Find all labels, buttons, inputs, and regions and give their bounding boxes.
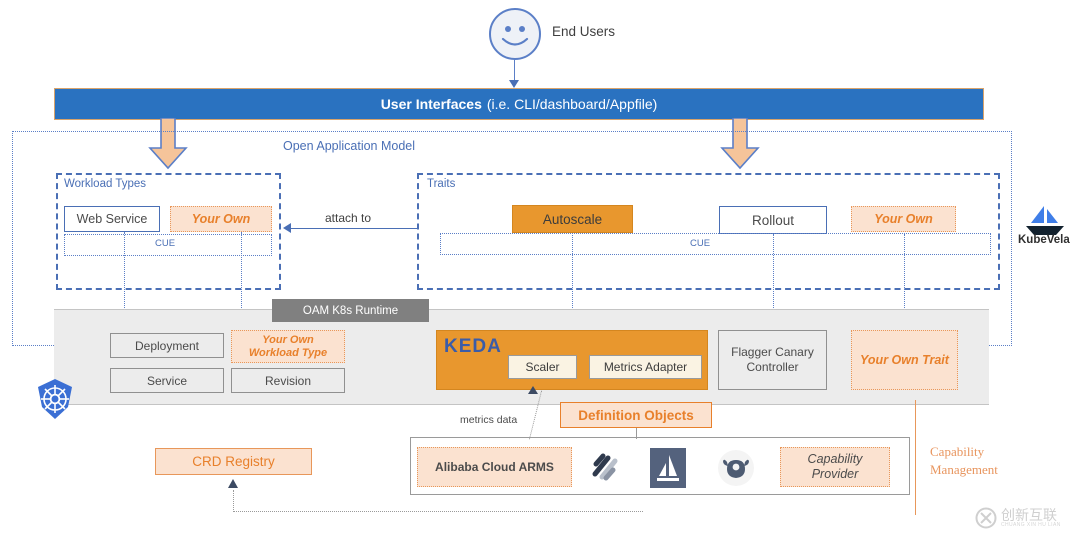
watermark-label: 创新互联 — [1001, 507, 1057, 523]
runtime-deployment[interactable]: Deployment — [110, 333, 224, 358]
flagger-line1: Flagger Canary — [731, 345, 814, 359]
trait-autoscale[interactable]: Autoscale — [512, 205, 633, 233]
open-application-model-label: Open Application Model — [283, 139, 416, 153]
attach-to-connector — [290, 228, 417, 229]
circled-x-icon — [975, 507, 997, 529]
user-interfaces-subtitle: (i.e. CLI/dashboard/Appfile) — [486, 96, 658, 112]
capability-management-label: Capability Management — [930, 443, 1050, 479]
capability-provider-line2: Provider — [811, 467, 859, 481]
knative-logo-icon — [586, 450, 622, 491]
watermark-sublabel: CHUANG XIN HU LIAN — [1001, 522, 1061, 528]
runtime-your-own-workload-type[interactable]: Your Own Workload Type — [231, 330, 345, 363]
flagger-line2: Controller — [746, 360, 799, 374]
traits-title: Traits — [427, 178, 456, 190]
your-own-workload-line2: Workload Type — [248, 346, 328, 359]
gatekeeper-logo-icon — [718, 450, 754, 486]
oam-k8s-runtime-tab: OAM K8s Runtime — [272, 299, 429, 322]
runtime-flagger-canary-controller[interactable]: Flagger Canary Controller — [718, 330, 827, 390]
provider-alibaba-cloud-arms[interactable]: Alibaba Cloud ARMS — [417, 447, 572, 487]
attach-to-label: attach to — [325, 211, 372, 225]
runtime-revision[interactable]: Revision — [231, 368, 345, 393]
traits-cue-label: CUE — [690, 238, 711, 249]
crd-registry-box[interactable]: CRD Registry — [155, 448, 312, 475]
kubevela-label: KubeVela — [1018, 234, 1070, 246]
workload-types-title: Workload Types — [64, 178, 147, 190]
your-own-workload-line1: Your Own — [262, 333, 314, 346]
user-interfaces-title: User Interfaces — [380, 96, 482, 112]
user-interfaces-bar[interactable]: User Interfaces (i.e. CLI/dashboard/Appf… — [54, 88, 984, 120]
istio-logo-icon — [650, 448, 686, 488]
workload-your-own[interactable]: Your Own — [170, 206, 272, 232]
keda-scaler[interactable]: Scaler — [508, 355, 577, 379]
traits-cue-band — [440, 233, 991, 255]
provider-capability-provider[interactable]: Capability Provider — [780, 447, 890, 487]
workload-cue-label: CUE — [155, 238, 176, 249]
kubernetes-helm-icon — [38, 379, 72, 419]
attach-to-arrowhead — [283, 223, 291, 233]
capability-management-bracket — [915, 400, 916, 515]
definition-objects-box[interactable]: Definition Objects — [560, 402, 712, 428]
runtime-your-own-trait[interactable]: Your Own Trait — [851, 330, 958, 390]
crd-registry-connector-vertical — [233, 490, 234, 512]
trait-your-own[interactable]: Your Own — [851, 206, 956, 232]
runtime-service[interactable]: Service — [110, 368, 224, 393]
keda-metrics-adapter[interactable]: Metrics Adapter — [589, 355, 702, 379]
end-users-label: End Users — [552, 24, 616, 39]
crd-registry-arrowhead — [228, 479, 238, 488]
capability-provider-line1: Capability — [807, 452, 863, 466]
keda-logo-text: KEDA — [444, 336, 502, 357]
crd-registry-connector-horizontal — [233, 511, 643, 512]
smiley-face-icon — [501, 26, 529, 46]
keda-logo-icon: KEDA — [444, 336, 502, 358]
kubernetes-logo — [33, 377, 77, 426]
metrics-data-label: metrics data — [460, 414, 518, 426]
keda-to-definition-arrowhead — [528, 386, 538, 394]
workload-web-service[interactable]: Web Service — [64, 206, 160, 232]
trait-rollout[interactable]: Rollout — [719, 206, 827, 234]
end-users-avatar — [489, 8, 541, 60]
capability-management-line1: Capability — [930, 444, 985, 459]
end-users-arrowhead — [509, 80, 519, 88]
capability-management-line2: Management — [930, 462, 998, 477]
watermark: 创新互联 CHUANG XIN HU LIAN — [975, 503, 1075, 533]
